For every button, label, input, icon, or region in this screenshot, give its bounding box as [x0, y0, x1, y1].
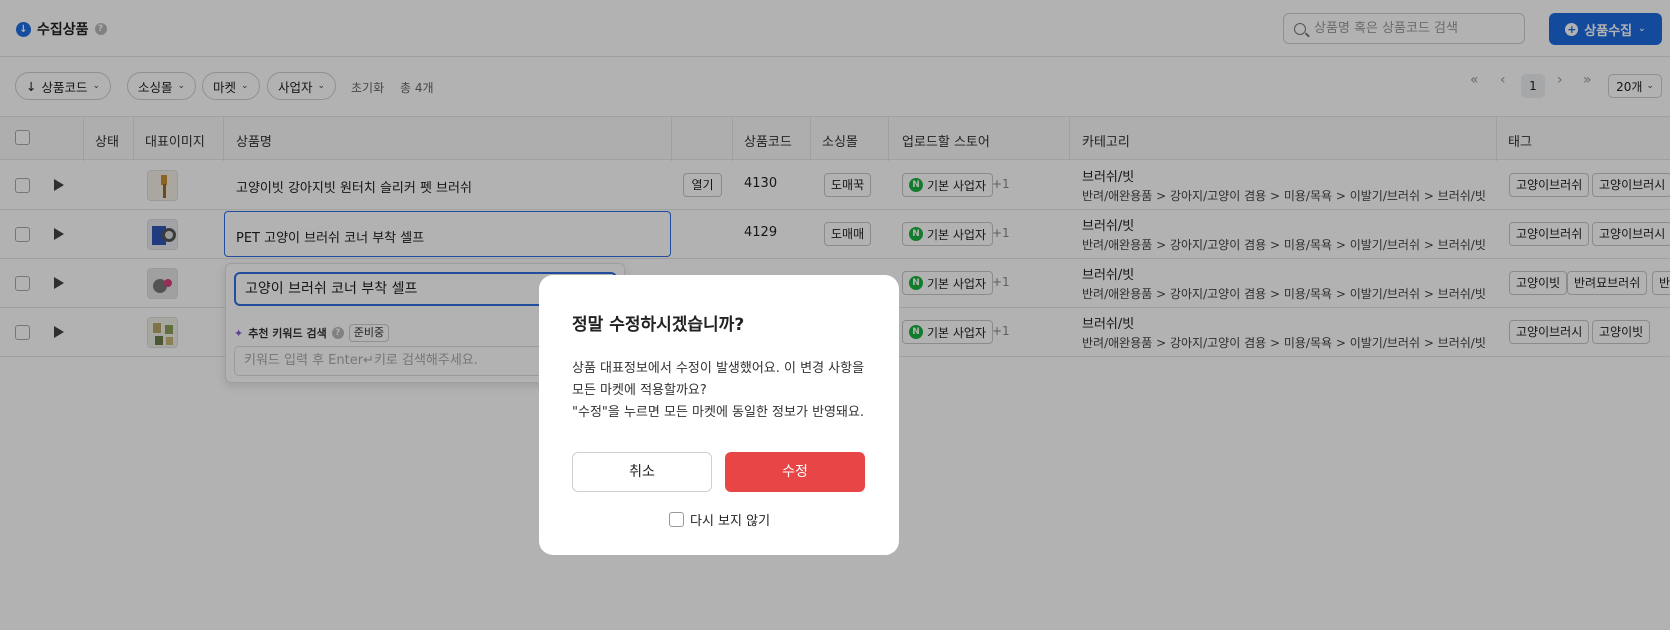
dont-show-again[interactable]: 다시 보지 않기 [669, 510, 770, 529]
cancel-button[interactable]: 취소 [572, 452, 712, 492]
modal-title: 정말 수정하시겠습니까? [572, 315, 745, 335]
dont-show-checkbox[interactable] [669, 512, 684, 527]
modal-line: 상품 대표정보에서 수정이 발생했어요. 이 변경 사항을 [572, 361, 865, 376]
modal-line: 모든 마켓에 적용할까요? [572, 383, 707, 398]
confirm-edit-button[interactable]: 수정 [725, 452, 865, 492]
confirm-modal: 정말 수정하시겠습니까? 상품 대표정보에서 수정이 발생했어요. 이 변경 사… [539, 275, 899, 555]
dont-show-label: 다시 보지 않기 [690, 514, 771, 529]
modal-line: "수정"을 누르면 모든 마켓에 동일한 정보가 반영돼요. [572, 405, 865, 420]
modal-body: 상품 대표정보에서 수정이 발생했어요. 이 변경 사항을 모든 마켓에 적용할… [572, 358, 872, 424]
